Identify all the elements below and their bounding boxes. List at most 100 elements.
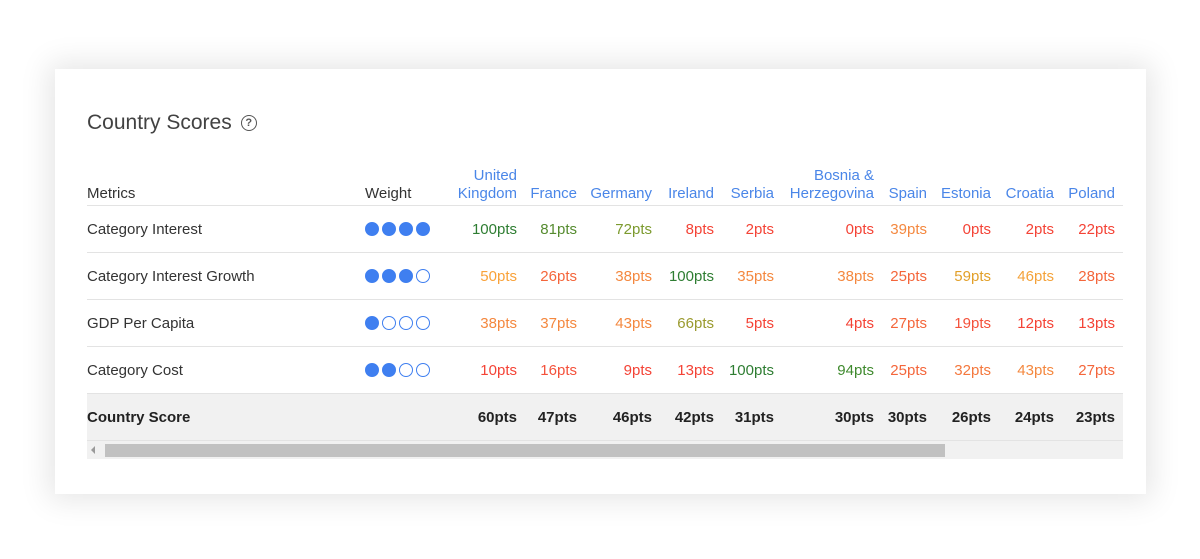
- score-cell: 0pts: [962, 220, 991, 238]
- score-cell: 25pts: [890, 267, 927, 285]
- weight-indicator: [365, 253, 430, 299]
- scrollbar-thumb[interactable]: [105, 444, 945, 457]
- weight-header[interactable]: Weight: [365, 159, 411, 205]
- metrics-header[interactable]: Metrics: [87, 159, 135, 205]
- score-cell: 8pts: [685, 220, 714, 238]
- score-cell: 32pts: [954, 361, 991, 379]
- score-cell: 59pts: [954, 267, 991, 285]
- weight-dot-filled-icon: [399, 269, 413, 283]
- country-header-line: Spain: [888, 185, 927, 202]
- weight-dot-empty-icon: [382, 316, 396, 330]
- score-cell: 100pts: [668, 267, 714, 285]
- country-header[interactable]: Serbia: [714, 159, 774, 205]
- country-score-cell: 42pts: [674, 408, 714, 426]
- score-cell: 66pts: [677, 314, 714, 332]
- country-header-line: France: [530, 185, 577, 202]
- score-cell: 100pts: [728, 361, 774, 379]
- score-cell: 39pts: [890, 220, 927, 238]
- country-header[interactable]: Poland: [1055, 159, 1115, 205]
- weight-dot-filled-icon: [365, 269, 379, 283]
- score-cell: 9pts: [623, 361, 652, 379]
- card-title-text: Country Scores: [87, 111, 232, 134]
- table-row: Category Cost 10pts 16pts 9pts 13pts 100pts 94…: [87, 347, 1123, 394]
- score-cell: 27pts: [890, 314, 927, 332]
- table-header-row: Metrics Weight United Kingdom France German…: [87, 159, 1123, 206]
- horizontal-scrollbar[interactable]: [87, 441, 1123, 459]
- country-scores-card: Country Scores ? Metrics Weight United Ki…: [55, 69, 1146, 494]
- weight-dot-filled-icon: [382, 363, 396, 377]
- score-cell: 43pts: [615, 314, 652, 332]
- score-cell: 94pts: [837, 361, 874, 379]
- weight-dot-empty-icon: [399, 316, 413, 330]
- scroll-left-arrow-icon[interactable]: [91, 446, 95, 454]
- country-header-line: Kingdom: [457, 185, 517, 202]
- country-score-cell: 26pts: [951, 408, 991, 426]
- score-cell: 26pts: [540, 267, 577, 285]
- metric-label: GDP Per Capita: [87, 314, 195, 332]
- weight-dot-filled-icon: [382, 222, 396, 236]
- score-cell: 2pts: [745, 220, 774, 238]
- question-circle-icon[interactable]: ?: [240, 115, 257, 131]
- weight-indicator: [365, 206, 430, 252]
- score-cell: 46pts: [1017, 267, 1054, 285]
- country-score-cell: 31pts: [734, 408, 774, 426]
- country-header-line: Croatia: [1005, 185, 1054, 202]
- score-cell: 43pts: [1017, 361, 1054, 379]
- table-row: Category Interest Growth 50pts 26pts 38pts 1…: [87, 253, 1123, 300]
- country-header-line: Serbia: [730, 185, 774, 202]
- country-score-row: Country Score 60pts 47pts 46pts 42pts 31pts 30…: [87, 394, 1123, 441]
- table-row: GDP Per Capita 38pts 37pts 43pts 66pts 5pts 4p…: [87, 300, 1123, 347]
- country-score-cell: 60pts: [477, 408, 517, 426]
- country-header-line: Poland: [1068, 185, 1115, 202]
- score-cell: 12pts: [1017, 314, 1054, 332]
- weight-dot-filled-icon: [382, 269, 396, 283]
- score-cell: 28pts: [1078, 267, 1115, 285]
- score-cell: 19pts: [954, 314, 991, 332]
- country-score-cell: 23pts: [1075, 408, 1115, 426]
- country-header[interactable]: Ireland: [654, 159, 714, 205]
- country-header[interactable]: United Kingdom: [427, 159, 517, 205]
- country-header[interactable]: Spain: [877, 159, 927, 205]
- country-score-cell: 46pts: [612, 408, 652, 426]
- table-row: Category Interest 100pts 81pts 72pts 8pts 2pt…: [87, 206, 1123, 253]
- country-score-label: Country Score: [87, 408, 191, 426]
- score-cell: 13pts: [677, 361, 714, 379]
- country-header-line: Ireland: [668, 185, 714, 202]
- country-score-cell: 24pts: [1014, 408, 1054, 426]
- country-score-cell: 30pts: [887, 408, 927, 426]
- score-cell: 2pts: [1025, 220, 1054, 238]
- weight-dot-filled-icon: [365, 316, 379, 330]
- country-header[interactable]: Bosnia & Herzegovina: [774, 159, 874, 205]
- score-cell: 37pts: [540, 314, 577, 332]
- score-cell: 100pts: [471, 220, 517, 238]
- score-cell: 81pts: [540, 220, 577, 238]
- metric-label: Category Interest: [87, 220, 203, 238]
- metric-label: Category Interest Growth: [87, 267, 255, 285]
- score-cell: 38pts: [480, 314, 517, 332]
- country-header[interactable]: Germany: [582, 159, 652, 205]
- country-header-line: Herzegovina: [789, 185, 874, 202]
- weight-indicator: [365, 300, 430, 346]
- scores-table: Metrics Weight United Kingdom France German…: [87, 159, 1123, 459]
- country-header[interactable]: France: [517, 159, 577, 205]
- weight-dot-empty-icon: [399, 363, 413, 377]
- metric-label: Category Cost: [87, 361, 183, 379]
- country-header[interactable]: Croatia: [994, 159, 1054, 205]
- score-cell: 13pts: [1078, 314, 1115, 332]
- score-cell: 16pts: [540, 361, 577, 379]
- score-cell: 35pts: [737, 267, 774, 285]
- country-score-cell: 47pts: [537, 408, 577, 426]
- country-header-line: Germany: [590, 185, 652, 202]
- score-cell: 5pts: [745, 314, 774, 332]
- country-header[interactable]: Estonia: [931, 159, 991, 205]
- score-cell: 25pts: [890, 361, 927, 379]
- weight-dot-filled-icon: [399, 222, 413, 236]
- country-score-cell: 30pts: [834, 408, 874, 426]
- country-header-line: United: [473, 167, 517, 184]
- score-cell: 38pts: [615, 267, 652, 285]
- score-cell: 22pts: [1078, 220, 1115, 238]
- weight-dot-filled-icon: [365, 363, 379, 377]
- score-cell: 10pts: [480, 361, 517, 379]
- card-title: Country Scores ?: [87, 111, 257, 135]
- country-header-line: Bosnia &: [813, 167, 874, 184]
